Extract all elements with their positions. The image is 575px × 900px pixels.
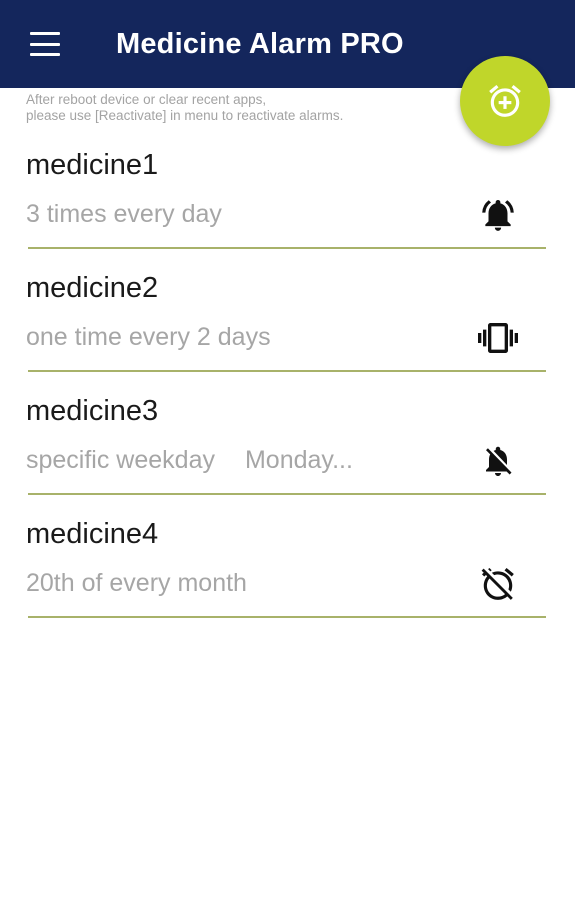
reactivate-notice: After reboot device or clear recent apps… — [26, 92, 446, 124]
medicine-schedule: one time every 2 days — [26, 320, 271, 354]
alarm-off-icon[interactable] — [478, 564, 518, 604]
divider — [28, 370, 546, 372]
medicine-name: medicine2 — [26, 272, 159, 304]
medicine-name: medicine1 — [26, 149, 159, 181]
medicine-list: medicine1 3 times every day medicine2 on… — [0, 139, 575, 631]
divider — [28, 493, 546, 495]
vibrate-icon[interactable] — [478, 318, 518, 358]
list-item[interactable]: medicine1 3 times every day — [0, 139, 575, 262]
schedule-text: one time every 2 days — [26, 323, 271, 351]
schedule-text: specific weekday — [26, 446, 215, 474]
divider — [28, 247, 546, 249]
notice-line-2: please use [Reactivate] in menu to react… — [26, 108, 344, 123]
medicine-schedule: 20th of every month — [26, 566, 247, 600]
medicine-schedule: 3 times every day — [26, 197, 222, 231]
notice-line-1: After reboot device or clear recent apps… — [26, 92, 267, 107]
medicine-schedule: specific weekday Monday... — [26, 443, 353, 477]
schedule-text: 3 times every day — [26, 200, 222, 228]
list-item[interactable]: medicine3 specific weekday Monday... — [0, 385, 575, 508]
app-title: Medicine Alarm PRO — [116, 28, 404, 60]
bell-ringing-icon[interactable] — [478, 195, 518, 235]
schedule-detail: Monday... — [244, 446, 353, 474]
bell-off-icon[interactable] — [478, 441, 518, 481]
hamburger-menu-icon[interactable] — [26, 26, 64, 62]
medicine-name: medicine4 — [26, 518, 159, 550]
add-alarm-button[interactable] — [460, 56, 550, 146]
list-item[interactable]: medicine2 one time every 2 days — [0, 262, 575, 385]
add-alarm-icon — [489, 84, 521, 117]
medicine-name: medicine3 — [26, 395, 159, 427]
schedule-text: 20th of every month — [26, 569, 247, 597]
list-item[interactable]: medicine4 20th of every month — [0, 508, 575, 631]
divider — [28, 616, 546, 618]
